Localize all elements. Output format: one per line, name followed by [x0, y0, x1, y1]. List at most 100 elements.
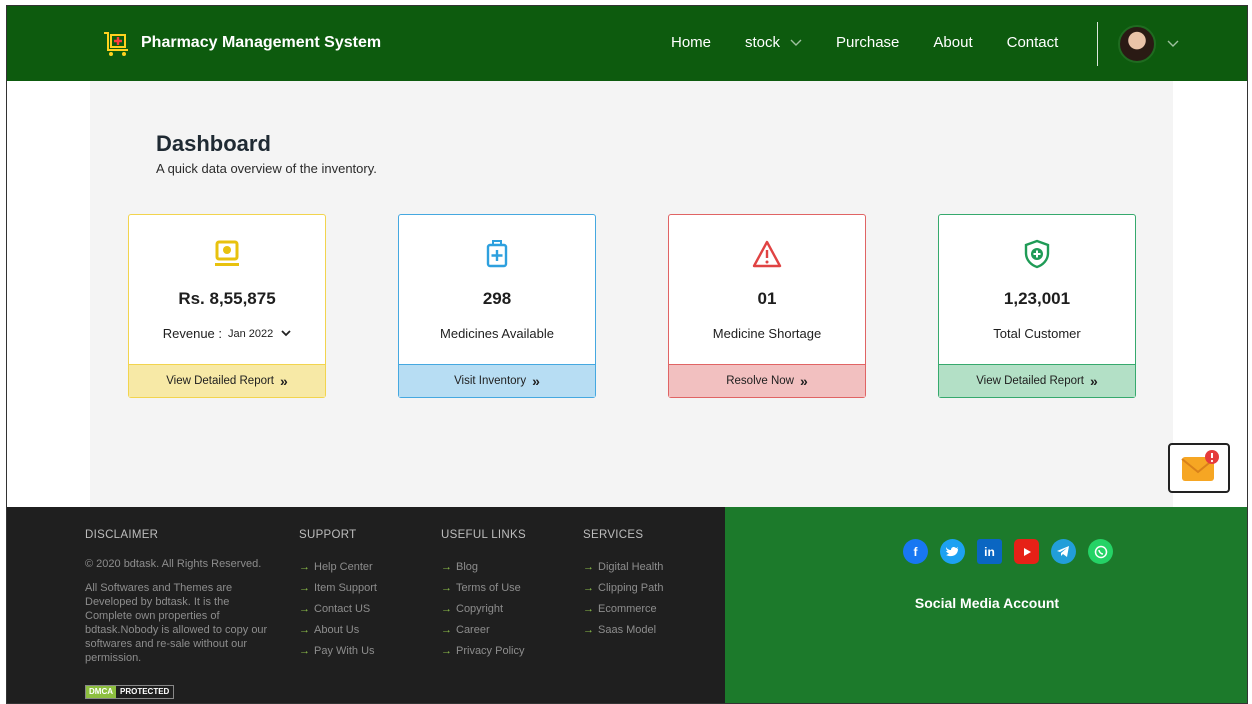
- useful-link-career[interactable]: → Career: [441, 620, 526, 641]
- youtube-icon[interactable]: [1014, 539, 1039, 564]
- disclaimer-title: DISCLAIMER: [85, 529, 159, 541]
- dmca-badge-left: DMCA: [86, 686, 116, 698]
- arrow-right-icon: →: [299, 645, 310, 657]
- copyright-text: © 2020 bdtask. All Rights Reserved.: [85, 558, 262, 570]
- useful-links-title: USEFUL LINKS: [441, 529, 526, 541]
- whatsapp-icon[interactable]: [1088, 539, 1113, 564]
- shortage-label: Medicine Shortage: [712, 326, 822, 341]
- resolve-now-label: Resolve Now: [726, 375, 794, 387]
- app-title: Pharmacy Management System: [141, 34, 382, 51]
- useful-link-copyright[interactable]: → Copyright: [441, 599, 526, 620]
- arrow-right-icon: →: [583, 603, 594, 615]
- shield-plus-icon: [1024, 239, 1050, 269]
- visit-inventory-label: Visit Inventory: [454, 375, 527, 387]
- support-link-label: Item Support: [314, 582, 377, 594]
- page-title: Dashboard: [156, 131, 271, 156]
- support-link-pay-with-us[interactable]: → Pay With Us: [299, 641, 377, 662]
- arrow-right-icon: →: [299, 561, 310, 573]
- revenue-month-select[interactable]: Jan 2022: [228, 328, 291, 340]
- arrow-right-icon: →: [441, 582, 452, 594]
- double-chevron-right-icon: »: [1090, 373, 1098, 389]
- support-link-about-us[interactable]: → About Us: [299, 620, 377, 641]
- user-avatar[interactable]: [1118, 25, 1156, 63]
- service-link-ecommerce[interactable]: → Ecommerce: [583, 599, 663, 620]
- support-link-contact-us[interactable]: → Contact US: [299, 599, 377, 620]
- social-footer: f in Social Media Account: [725, 507, 1247, 703]
- arrow-right-icon: →: [299, 624, 310, 636]
- useful-link-privacy[interactable]: → Privacy Policy: [441, 641, 526, 662]
- revenue-value: Rs. 8,55,875: [178, 289, 276, 308]
- chevron-down-icon[interactable]: [1167, 40, 1179, 48]
- footer-support: SUPPORT → Help Center → Item Support → Cont…: [299, 529, 377, 662]
- service-link-label: Saas Model: [598, 624, 657, 636]
- useful-link-blog[interactable]: → Blog: [441, 557, 526, 578]
- arrow-right-icon: →: [583, 561, 594, 573]
- top-navbar: Pharmacy Management System Home stock Pu…: [7, 6, 1247, 81]
- telegram-plane-glyph: [1057, 546, 1069, 557]
- arrow-right-icon: →: [441, 561, 452, 573]
- service-link-clipping-path[interactable]: → Clipping Path: [583, 578, 663, 599]
- facebook-icon[interactable]: f: [903, 539, 928, 564]
- medicines-value: 298: [482, 289, 512, 308]
- main-nav: Home stock Purchase About Contact: [671, 34, 1092, 51]
- support-link-label: Contact US: [314, 603, 371, 615]
- medicines-card: 298 Medicines Available Visit Inventory …: [398, 214, 596, 398]
- arrow-right-icon: →: [299, 582, 310, 594]
- dmca-badge-right: PROTECTED: [116, 686, 174, 698]
- nav-about[interactable]: About: [933, 34, 972, 51]
- useful-link-label: Career: [456, 624, 490, 636]
- view-customers-report-label: View Detailed Report: [976, 375, 1085, 387]
- money-icon: [215, 240, 239, 266]
- customers-card: 1,23,001 Total Customer View Detailed Re…: [938, 214, 1136, 398]
- double-chevron-right-icon: »: [532, 373, 540, 389]
- services-title: SERVICES: [583, 529, 644, 541]
- service-link-label: Digital Health: [598, 561, 664, 573]
- support-link-help-center[interactable]: → Help Center: [299, 557, 377, 578]
- view-report-button[interactable]: View Detailed Report »: [129, 364, 325, 397]
- brand[interactable]: Pharmacy Management System: [101, 28, 381, 58]
- chevron-down-icon: [790, 39, 802, 46]
- nav-stock-label: stock: [745, 34, 781, 51]
- nav-purchase[interactable]: Purchase: [836, 34, 899, 51]
- visit-inventory-button[interactable]: Visit Inventory »: [399, 364, 595, 397]
- nav-stock[interactable]: stock: [745, 34, 802, 51]
- customers-label: Total Customer: [993, 326, 1081, 341]
- view-report-label: View Detailed Report: [166, 375, 275, 387]
- revenue-label: Revenue :: [162, 326, 222, 341]
- medicines-label: Medicines Available: [440, 326, 554, 341]
- dmca-badge[interactable]: DMCA PROTECTED: [85, 685, 175, 699]
- mail-notification-button[interactable]: [1168, 443, 1230, 493]
- useful-link-label: Copyright: [456, 603, 504, 615]
- view-customers-report-button[interactable]: View Detailed Report »: [939, 364, 1135, 397]
- footer-links: DISCLAIMER © 2020 bdtask. All Rights Res…: [7, 507, 725, 703]
- linkedin-icon[interactable]: in: [977, 539, 1002, 564]
- social-media-caption: Social Media Account: [914, 595, 1060, 611]
- nav-contact[interactable]: Contact: [1007, 34, 1059, 51]
- support-link-label: Help Center: [314, 561, 373, 573]
- pharmacy-cart-logo-icon: [104, 32, 128, 56]
- warning-icon: [752, 240, 782, 268]
- medical-kit-icon: [486, 240, 508, 268]
- nav-divider: [1097, 22, 1098, 66]
- twitter-bird-glyph: [945, 546, 959, 556]
- social-icons: f in: [903, 539, 1113, 564]
- mail-alert-icon: [1181, 450, 1219, 481]
- double-chevron-right-icon: »: [799, 373, 808, 389]
- resolve-now-button[interactable]: Resolve Now »: [669, 364, 865, 397]
- customers-value: 1,23,001: [1003, 289, 1071, 308]
- dashboard-panel: Dashboard A quick data overview of the i…: [90, 81, 1173, 507]
- footer-disclaimer: DISCLAIMER © 2020 bdtask. All Rights Res…: [85, 529, 275, 665]
- footer-services: SERVICES → Digital Health → Clipping Path …: [583, 529, 663, 641]
- support-link-label: About Us: [314, 624, 360, 636]
- support-link-label: Pay With Us: [314, 645, 375, 657]
- telegram-icon[interactable]: [1051, 539, 1076, 564]
- useful-link-terms[interactable]: → Terms of Use: [441, 578, 526, 599]
- nav-home[interactable]: Home: [671, 34, 711, 51]
- twitter-icon[interactable]: [940, 539, 965, 564]
- arrow-right-icon: →: [583, 624, 594, 636]
- service-link-digital-health[interactable]: → Digital Health: [583, 557, 663, 578]
- arrow-right-icon: →: [441, 645, 452, 657]
- useful-link-label: Privacy Policy: [456, 645, 525, 657]
- support-link-item-support[interactable]: → Item Support: [299, 578, 377, 599]
- service-link-saas-model[interactable]: → Saas Model: [583, 620, 663, 641]
